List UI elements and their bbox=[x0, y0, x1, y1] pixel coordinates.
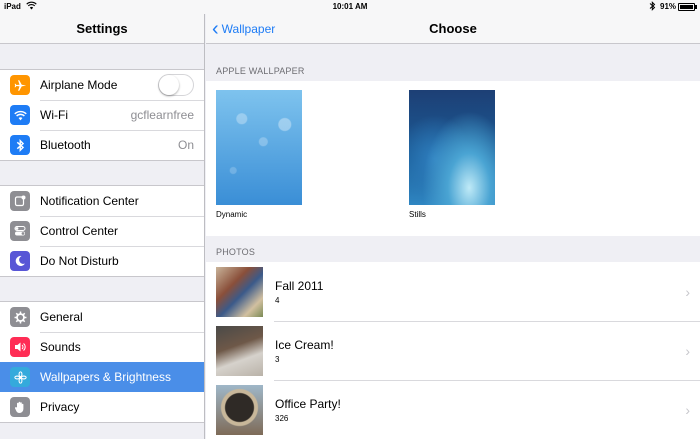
sidebar-item-wallpapers-brightness[interactable]: Wallpapers & Brightness bbox=[0, 362, 204, 392]
status-time: 10:01 AM bbox=[332, 2, 368, 11]
chevron-right-icon: › bbox=[685, 401, 690, 418]
sidebar-item-wifi[interactable]: Wi-Fi gcflearnfree bbox=[0, 100, 204, 130]
wallpaper-dynamic[interactable]: Dynamic bbox=[216, 90, 302, 219]
wallpaper-stills[interactable]: Stills bbox=[409, 90, 495, 219]
chevron-right-icon: › bbox=[685, 283, 690, 300]
main-pane: ‹ Wallpaper Choose APPLE WALLPAPER Dynam… bbox=[206, 14, 700, 439]
wifi-icon bbox=[10, 105, 30, 125]
album-thumbnail bbox=[216, 266, 263, 317]
sidebar-item-label: General bbox=[40, 310, 83, 324]
sidebar-item-notification-center[interactable]: Notification Center bbox=[0, 186, 204, 216]
sidebar-item-sounds[interactable]: Sounds bbox=[0, 332, 204, 362]
bluetooth-icon bbox=[649, 1, 656, 13]
sidebar-item-general[interactable]: General bbox=[0, 302, 204, 332]
control-center-icon bbox=[10, 221, 30, 241]
wallpaper-dynamic-thumbnail[interactable] bbox=[216, 90, 302, 205]
wallpaper-stills-thumbnail[interactable] bbox=[409, 90, 495, 205]
airplane-mode-toggle[interactable] bbox=[158, 74, 194, 96]
page-title: Choose bbox=[429, 21, 477, 36]
settings-group-connectivity: Airplane Mode Wi-Fi gcflearnfree Bluetoo… bbox=[0, 69, 204, 161]
album-thumbnail bbox=[216, 325, 263, 376]
sidebar-item-do-not-disturb[interactable]: Do Not Disturb bbox=[0, 246, 204, 276]
photo-albums-list: Fall 2011 4 › Ice Cream! 3 › Office Part… bbox=[206, 262, 700, 439]
apple-wallpaper-section-label: APPLE WALLPAPER bbox=[216, 66, 305, 76]
airplane-icon bbox=[10, 75, 30, 95]
sidebar-item-label: Do Not Disturb bbox=[40, 254, 119, 268]
wallpaper-caption: Dynamic bbox=[216, 210, 248, 219]
apple-wallpaper-panel: Dynamic Stills bbox=[206, 81, 700, 236]
album-row[interactable]: Ice Cream! 3 › bbox=[206, 321, 700, 380]
wifi-network-value: gcflearnfree bbox=[130, 108, 194, 122]
sidebar-item-label: Wallpapers & Brightness bbox=[40, 370, 171, 384]
sidebar-item-label: Wi-Fi bbox=[40, 108, 68, 122]
speaker-icon bbox=[10, 337, 30, 357]
wallpaper-caption: Stills bbox=[409, 210, 426, 219]
sidebar-item-label: Airplane Mode bbox=[40, 78, 118, 92]
album-count: 4 bbox=[275, 295, 280, 305]
sidebar-item-label: Privacy bbox=[40, 400, 80, 414]
bluetooth-icon bbox=[10, 135, 30, 155]
sidebar-item-label: Bluetooth bbox=[40, 138, 91, 152]
sidebar-item-label: Control Center bbox=[40, 224, 119, 238]
sidebar-item-control-center[interactable]: Control Center bbox=[0, 216, 204, 246]
hand-icon bbox=[10, 397, 30, 417]
chevron-right-icon: › bbox=[685, 342, 690, 359]
battery-icon bbox=[678, 3, 697, 11]
album-thumbnail bbox=[216, 384, 263, 435]
album-row[interactable]: Office Party! 326 › bbox=[206, 380, 700, 439]
navigation-bar: ‹ Wallpaper Choose bbox=[206, 14, 700, 44]
sidebar-item-airplane-mode[interactable]: Airplane Mode bbox=[0, 70, 204, 100]
gear-icon bbox=[10, 307, 30, 327]
bluetooth-status-value: On bbox=[177, 138, 194, 152]
status-bar: iPad 10:01 AM 91% bbox=[0, 0, 700, 14]
notification-center-icon bbox=[10, 191, 30, 211]
album-count: 3 bbox=[275, 354, 280, 364]
sidebar-title: Settings bbox=[0, 14, 204, 44]
settings-sidebar: Settings Airplane Mode Wi-Fi gcflearnfre… bbox=[0, 14, 205, 439]
settings-group-notifications: Notification Center Control Center Do No… bbox=[0, 185, 204, 277]
album-name: Ice Cream! bbox=[275, 337, 334, 352]
album-name: Office Party! bbox=[275, 396, 341, 411]
album-count: 326 bbox=[275, 413, 289, 423]
photos-section-label: PHOTOS bbox=[216, 247, 256, 257]
settings-group-device: General Sounds Wallpapers & Brightness P… bbox=[0, 301, 204, 423]
moon-icon bbox=[10, 251, 30, 271]
sidebar-item-label: Sounds bbox=[40, 340, 81, 354]
sidebar-item-bluetooth[interactable]: Bluetooth On bbox=[0, 130, 204, 160]
flower-icon bbox=[10, 367, 30, 387]
battery-percent: 91% bbox=[660, 2, 677, 11]
album-row[interactable]: Fall 2011 4 › bbox=[206, 262, 700, 321]
sidebar-item-label: Notification Center bbox=[40, 194, 139, 208]
sidebar-item-privacy[interactable]: Privacy bbox=[0, 392, 204, 422]
album-name: Fall 2011 bbox=[275, 278, 324, 293]
